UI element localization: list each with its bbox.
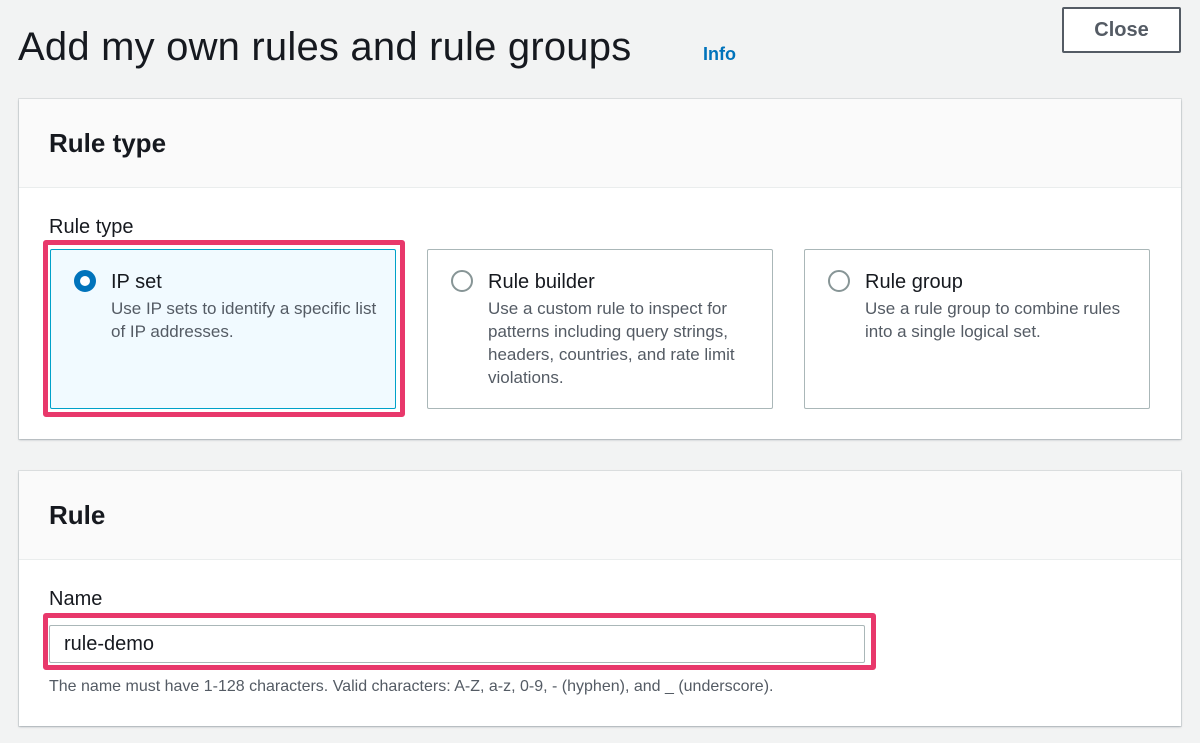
name-field-label: Name [49,588,103,610]
tile-ip-set[interactable]: IP set Use IP sets to identify a specifi… [50,249,396,409]
rule-type-panel-title: Rule type [49,127,167,158]
tile-rule-builder-title: Rule builder [488,271,595,293]
rule-type-panel-header: Rule type [19,99,1181,188]
tile-rule-builder-description: Use a custom rule to inspect for pattern… [488,299,735,387]
close-button[interactable]: Close [1062,7,1181,53]
page-title: Add my own rules and rule groups [18,25,632,69]
rule-panel: Rule Name The name must have 1-128 chara… [19,471,1181,726]
radio-rule-builder[interactable] [451,270,473,292]
radio-rule-group[interactable] [828,270,850,292]
tile-rule-group[interactable]: Rule group Use a rule group to combine r… [804,249,1150,409]
name-constraint-text: The name must have 1-128 characters. Val… [49,678,774,695]
rule-panel-title: Rule [49,499,106,530]
rule-type-field-label: Rule type [49,216,134,238]
info-link[interactable]: Info [703,44,736,65]
rule-type-panel: Rule type Rule type IP set Use IP sets t… [19,99,1181,439]
tile-rule-group-description: Use a rule group to combine rules into a… [865,299,1121,341]
tile-rule-group-title: Rule group [865,271,963,293]
rule-panel-header: Rule [19,471,1181,560]
name-input[interactable] [49,625,865,663]
tile-ip-set-description: Use IP sets to identify a specific list … [111,299,377,341]
tile-ip-set-title: IP set [111,271,162,293]
tile-rule-builder[interactable]: Rule builder Use a custom rule to inspec… [427,249,773,409]
radio-ip-set[interactable] [74,270,96,292]
